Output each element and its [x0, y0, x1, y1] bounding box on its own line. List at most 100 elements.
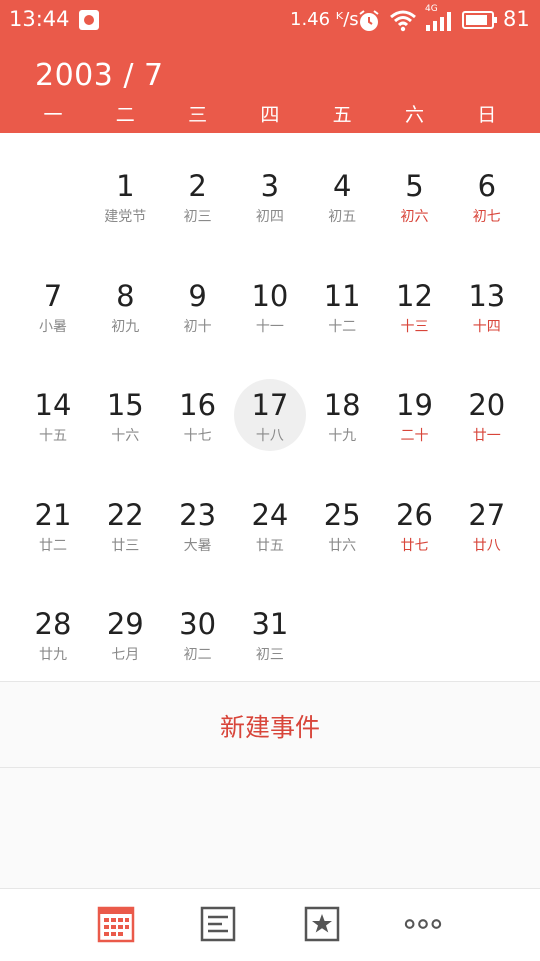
day-cell[interactable]: 18 十九 — [306, 362, 378, 452]
day-number: 17 — [251, 388, 289, 422]
lunar-date: 初五 — [328, 209, 357, 225]
lunar-date: 十五 — [39, 428, 67, 444]
battery-icon — [462, 11, 497, 29]
day-number: 13 — [468, 278, 506, 313]
day-cell[interactable]: 25 廿六 — [306, 472, 378, 562]
day-number: 25 — [323, 497, 361, 532]
calendar-icon[interactable] — [96, 904, 136, 944]
day-cell[interactable]: 8 初九 — [89, 253, 161, 343]
calendar-margin — [0, 133, 17, 681]
new-event-button[interactable]: 新建事件 — [0, 681, 540, 768]
lunar-date: 十六 — [111, 428, 140, 444]
day-number: 30 — [179, 607, 217, 641]
calendar-grid: 1 建党节 2 初三 3 初四 4 初五 5 初六 6 初七 7 小暑 8 初九 9 初十 10 十一 11 十二 12 十三… — [17, 133, 523, 681]
day-cell[interactable]: 28 廿九 — [17, 581, 89, 671]
day-cell[interactable]: 15 十六 — [89, 362, 161, 452]
day-number: 14 — [34, 388, 72, 422]
network-speed: 1.46 ᴷ/s — [290, 9, 359, 30]
day-cell[interactable]: 6 初七 — [451, 143, 523, 233]
weekday-label: 日 — [477, 104, 497, 126]
day-cell[interactable]: 24 廿五 — [234, 472, 306, 562]
lunar-date: 初六 — [400, 209, 429, 225]
lunar-date: 初七 — [472, 209, 501, 225]
day-cell[interactable]: 10 十一 — [234, 253, 306, 343]
more-icon[interactable] — [403, 904, 443, 944]
network-type: 4G — [425, 4, 438, 14]
day-number: 12 — [396, 278, 433, 313]
weekday-label: 二 — [115, 104, 135, 126]
day-cell[interactable]: 20 廿一 — [451, 362, 523, 452]
app-header: 13:44 1.46 ᴷ/s 4G 81 2003 / 7 一 二 三 四 五 … — [0, 0, 540, 133]
day-number: 31 — [251, 607, 289, 641]
weekday-label: 六 — [404, 104, 424, 126]
day-cell[interactable]: 1 建党节 — [89, 143, 161, 233]
day-number: 16 — [179, 388, 217, 422]
day-cell[interactable]: 2 初三 — [162, 143, 234, 233]
day-cell[interactable]: 13 十四 — [451, 253, 523, 343]
day-cell[interactable]: 3 初四 — [234, 143, 306, 233]
lunar-date: 廿七 — [400, 537, 429, 554]
day-cell[interactable]: 4 初五 — [306, 143, 378, 233]
day-number: 26 — [396, 497, 433, 532]
lunar-date: 廿五 — [255, 537, 284, 554]
wifi-icon — [390, 10, 416, 32]
lunar-date: 廿八 — [472, 537, 501, 554]
day-number: 15 — [106, 388, 144, 422]
day-cell[interactable]: 12 十三 — [379, 253, 451, 343]
day-cell[interactable]: 9 初十 — [162, 253, 234, 343]
lunar-date: 十七 — [183, 428, 212, 444]
day-number: 9 — [188, 278, 207, 313]
day-cell[interactable]: 23 大暑 — [162, 472, 234, 562]
lunar-date: 十二 — [328, 318, 357, 335]
lunar-date: 建党节 — [104, 209, 147, 225]
day-cell[interactable]: 26 廿七 — [379, 472, 451, 562]
day-number: 20 — [468, 388, 506, 422]
day-cell[interactable]: 30 初二 — [162, 581, 234, 671]
day-cell[interactable]: 31 初三 — [234, 581, 306, 671]
day-cell[interactable]: 29 七月 — [89, 581, 161, 671]
lunar-date: 初十 — [183, 318, 212, 335]
day-number: 10 — [251, 278, 289, 313]
lunar-date: 十三 — [400, 318, 429, 335]
day-cell[interactable]: 17 十八 — [233, 362, 306, 452]
day-number: 27 — [468, 497, 506, 532]
day-number: 21 — [34, 497, 72, 532]
calendar-margin — [523, 133, 540, 681]
day-number: 7 — [43, 278, 63, 313]
lunar-date: 初四 — [255, 209, 284, 225]
weekday-label: 四 — [260, 104, 280, 126]
bottom-nav — [0, 888, 540, 961]
day-number: 18 — [323, 388, 361, 422]
day-number: 6 — [477, 169, 497, 203]
battery-level: 81 — [503, 7, 530, 31]
day-number: 2 — [188, 169, 207, 203]
lunar-date: 廿一 — [472, 428, 501, 444]
month-title[interactable]: 2003 / 7 — [35, 58, 164, 93]
weekday-header: 一 二 三 四 五 六 日 — [17, 100, 523, 126]
day-cell[interactable]: 5 初六 — [379, 143, 451, 233]
day-number: 28 — [34, 607, 72, 641]
day-cell[interactable]: 27 廿八 — [451, 472, 523, 562]
day-number: 1 — [116, 169, 135, 203]
day-cell[interactable]: 21 廿二 — [17, 472, 89, 562]
lunar-date: 初三 — [183, 209, 212, 225]
lunar-date: 十九 — [328, 428, 357, 444]
day-number: 19 — [396, 388, 433, 422]
lunar-date: 廿六 — [328, 537, 357, 554]
weekday-label: 三 — [188, 104, 208, 126]
day-cell[interactable]: 19 二十 — [379, 362, 451, 452]
day-cell[interactable]: 11 十二 — [306, 253, 378, 343]
day-cell[interactable]: 16 十七 — [162, 362, 234, 452]
day-cell[interactable]: 22 廿三 — [89, 472, 161, 562]
alarm-icon — [359, 10, 379, 31]
day-cell[interactable]: 14 十五 — [17, 362, 89, 452]
lunar-date: 初二 — [183, 647, 212, 663]
day-number: 4 — [332, 169, 352, 203]
day-number: 23 — [179, 497, 217, 532]
weekday-label: 五 — [332, 104, 352, 126]
agenda-list-icon[interactable] — [198, 904, 238, 944]
day-cell[interactable]: 7 小暑 — [17, 253, 89, 343]
day-number: 3 — [260, 169, 280, 203]
favorites-star-icon[interactable] — [302, 904, 342, 944]
day-number: 8 — [116, 278, 135, 313]
